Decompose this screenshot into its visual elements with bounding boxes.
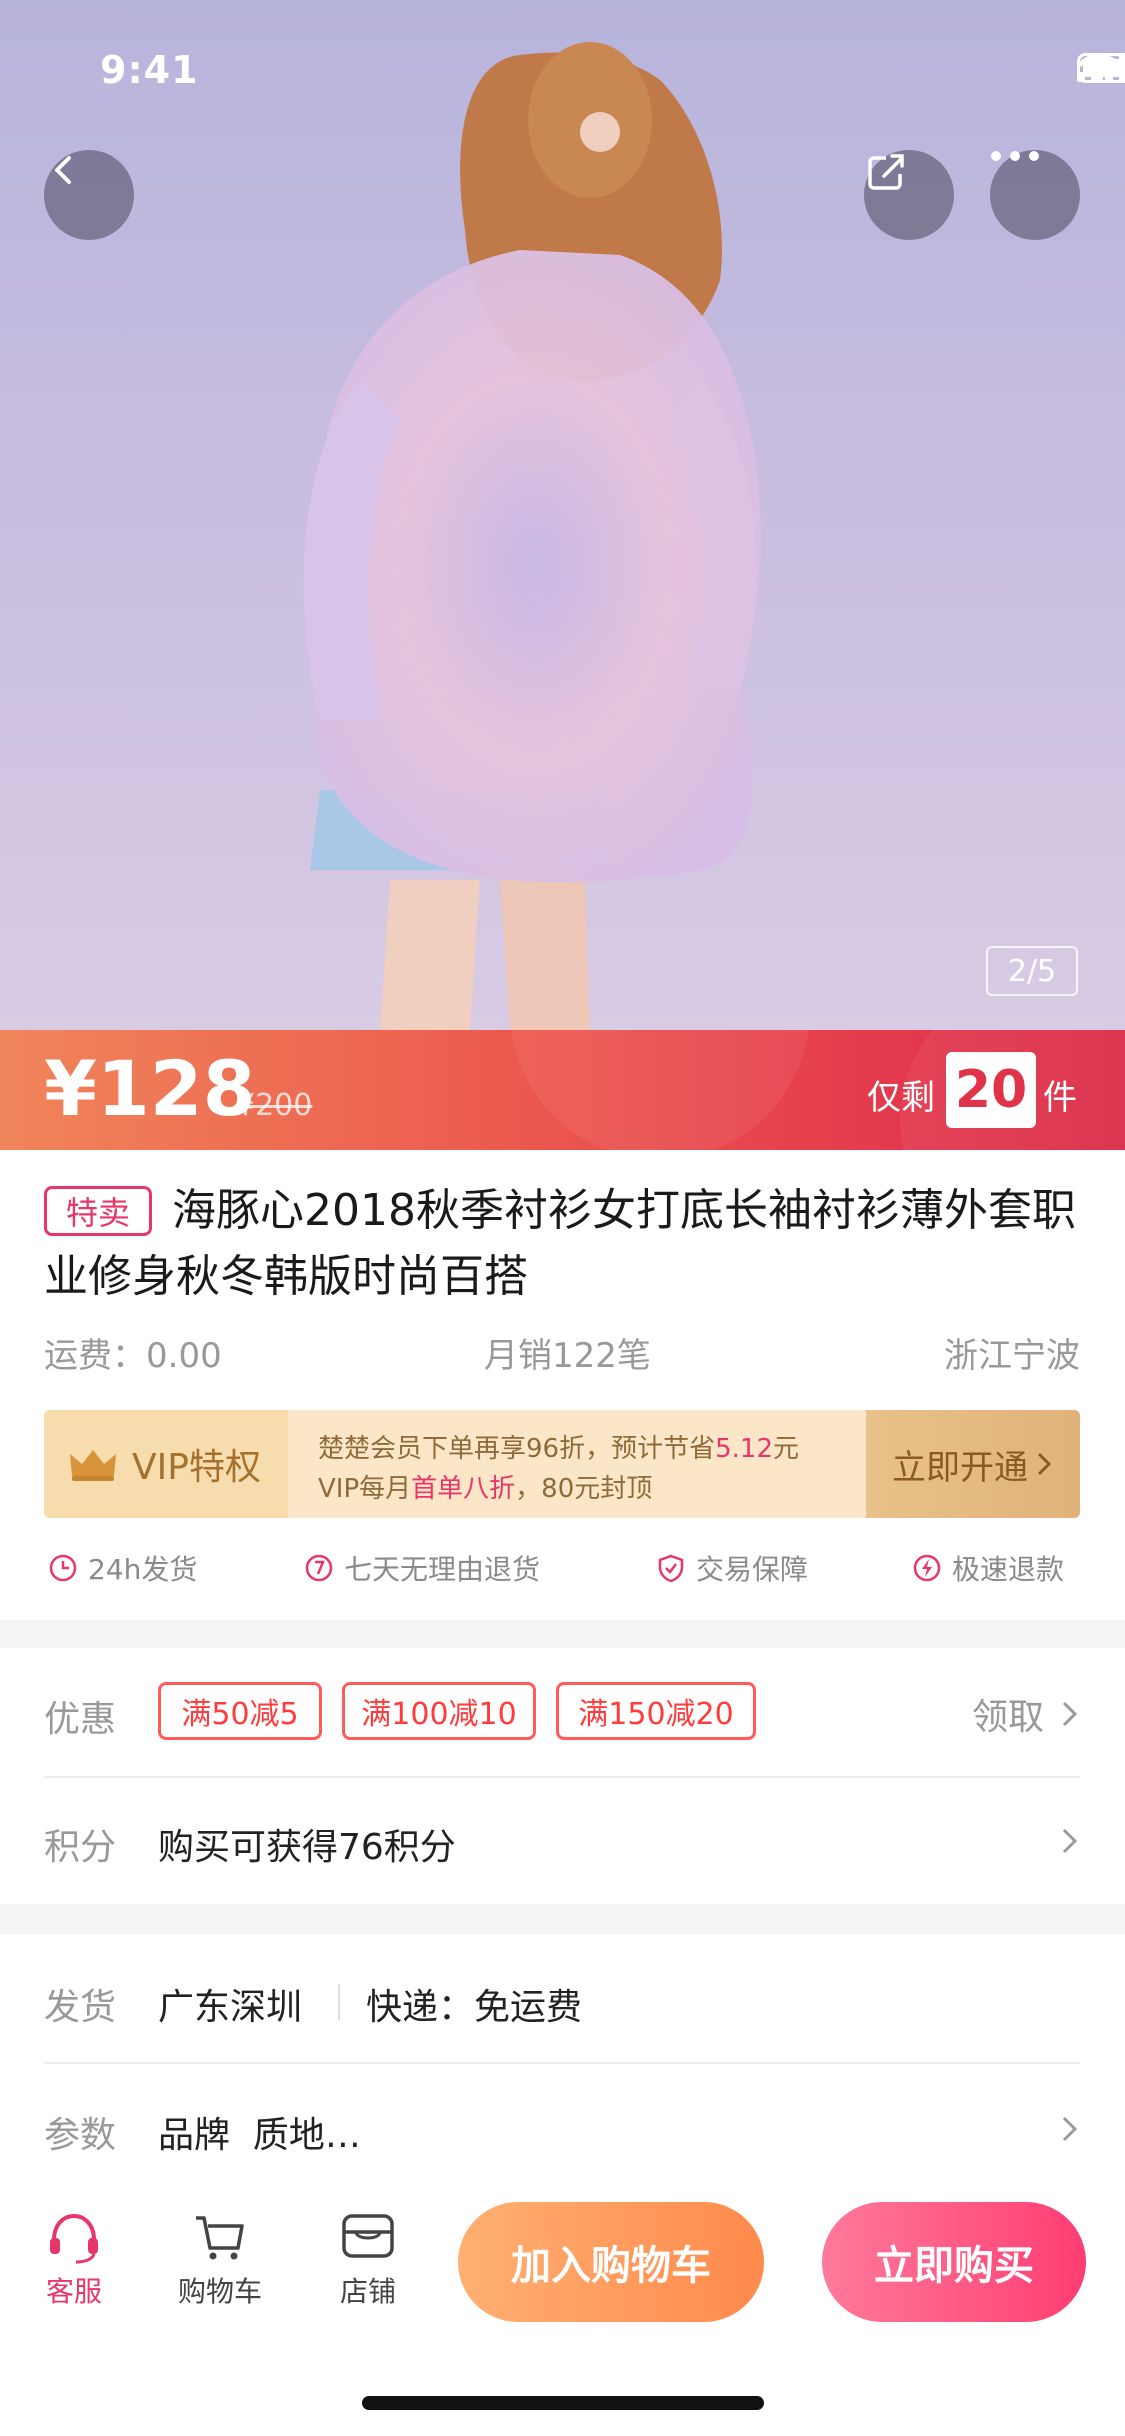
vip-activate-button[interactable]: 立即开通 [866, 1410, 1080, 1518]
share-button[interactable] [864, 150, 954, 240]
seven-day-icon [305, 1554, 333, 1582]
vip-activate-label: 立即开通 [892, 1447, 1028, 1488]
chevron-right-icon [1037, 1452, 1052, 1476]
back-button[interactable] [44, 150, 134, 240]
store-tab[interactable]: 店铺 [318, 2210, 418, 2310]
coupon-50-5[interactable]: 满50减5 [158, 1682, 322, 1740]
status-time: 9:41 [100, 48, 199, 92]
monthly-sales: 月销122笔 [484, 1336, 651, 1376]
points-text: 购买可获得76积分 [158, 1827, 456, 1868]
stock-count: 20 [946, 1052, 1036, 1128]
store-icon [342, 2214, 394, 2258]
original-price: ¥200 [236, 1088, 313, 1123]
buy-now-button[interactable]: 立即购买 [822, 2202, 1086, 2322]
chevron-right-icon [1062, 1828, 1078, 1854]
crown-icon [70, 1450, 116, 1481]
ship-location: 浙江宁波 [944, 1336, 1080, 1376]
vip-banner[interactable]: VIP特权 楚楚会员下单再享96折，预计节省5.12元 VIP每月首单八折，80… [44, 1410, 1080, 1518]
chevron-right-icon [1062, 1701, 1078, 1727]
params-label: 参数 [44, 2115, 117, 2156]
price-banner: ¥128 ¥200 仅剩 20 件 [0, 1030, 1125, 1150]
add-to-cart-button[interactable]: 加入购物车 [458, 2202, 764, 2322]
shield-check-icon [658, 1554, 684, 1583]
share-icon [868, 154, 904, 190]
claim-label: 领取 [971, 1697, 1044, 1738]
clock-icon [49, 1554, 77, 1582]
delivery-from: 广东深圳 [158, 1987, 303, 2028]
service-24h: 24h发货 [48, 1548, 197, 1588]
coupon-100-10[interactable]: 满100减10 [342, 1682, 536, 1740]
image-page-indicator: 2/5 [986, 946, 1078, 996]
delivery-label: 发货 [44, 1987, 117, 2028]
vip-title: VIP特权 [132, 1447, 261, 1488]
cart-label: 购物车 [177, 2275, 262, 2308]
battery-icon [1077, 53, 1125, 83]
stock-suffix: 件 [1043, 1078, 1077, 1118]
delivery-express: 快递：免运费 [366, 1987, 583, 2028]
points-label: 积分 [44, 1827, 117, 1868]
cart-icon [196, 2216, 244, 2260]
params-row[interactable]: 参数 品牌 质地… [0, 2064, 1125, 2192]
current-price: ¥128 [44, 1044, 256, 1133]
service-seven-day-return: 七天无理由退货 [304, 1548, 540, 1588]
divider [338, 1984, 340, 2020]
headset-icon [50, 2213, 98, 2264]
shipping-fee: 运费：0.00 [44, 1336, 222, 1376]
special-sale-tag: 特卖 [44, 1186, 152, 1236]
coupon-150-20[interactable]: 满150减20 [556, 1682, 756, 1740]
more-dots-icon [991, 151, 1039, 161]
stock-prefix: 仅剩 [867, 1078, 935, 1118]
service-fast-refund: 极速退款 [912, 1548, 1064, 1588]
customer-service-tab[interactable]: 客服 [24, 2210, 124, 2310]
cart-tab[interactable]: 购物车 [170, 2210, 270, 2310]
points-row[interactable]: 积分 购买可获得76积分 [0, 1778, 1125, 1904]
chevron-right-icon [1062, 2116, 1078, 2142]
promo-label: 优惠 [44, 1699, 117, 1740]
params-text: 品牌 质地… [158, 2115, 361, 2156]
more-button[interactable] [990, 150, 1080, 240]
service-trade-guarantee: 交易保障 [656, 1548, 808, 1588]
lightning-icon [913, 1554, 941, 1582]
home-indicator[interactable] [362, 2396, 764, 2410]
chevron-left-icon [55, 156, 71, 184]
vip-badge: VIP特权 [44, 1410, 288, 1518]
product-photo [303, 42, 761, 1030]
product-title: 海豚心2018秋季衬衫女打底长袖衬衫薄外套职业修身秋冬韩版时尚百搭 [44, 1185, 1076, 1302]
vip-desc-line1: 楚楚会员下单再享96折，预计节省5.12元 [318, 1434, 799, 1464]
vip-desc-line2: VIP每月首单八折，80元封顶 [318, 1474, 653, 1504]
store-label: 店铺 [339, 2275, 396, 2308]
product-image-carousel[interactable]: 9:41 2/5 [0, 0, 1125, 1030]
claim-coupons-button[interactable]: 领取 [972, 1688, 1080, 1740]
customer-service-label: 客服 [45, 2275, 102, 2308]
